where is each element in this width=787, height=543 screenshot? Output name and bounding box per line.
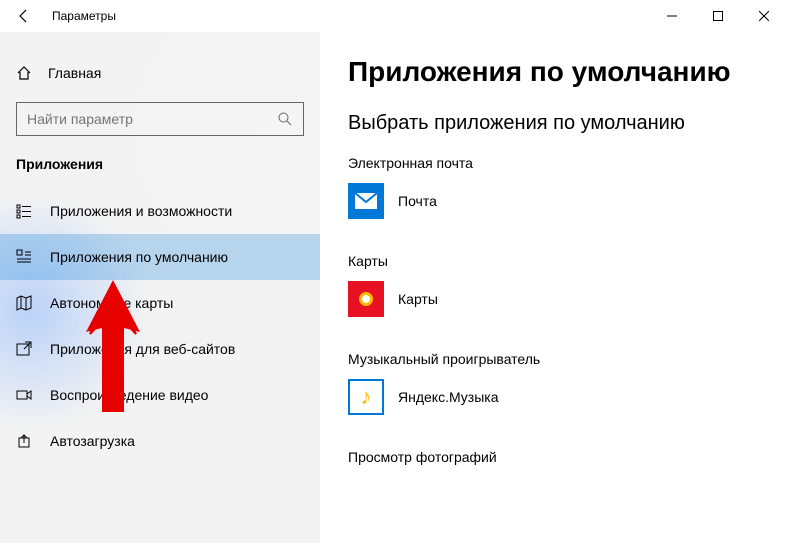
arrow-left-icon bbox=[16, 8, 32, 24]
window-title: Параметры bbox=[48, 9, 116, 23]
close-icon bbox=[759, 11, 769, 21]
content-pane: Приложения по умолчанию Выбрать приложен… bbox=[320, 32, 787, 543]
default-app-music[interactable]: ♪ Яндекс.Музыка bbox=[348, 379, 763, 415]
nav-startup[interactable]: Автозагрузка bbox=[0, 418, 320, 464]
nav-offline-maps[interactable]: Автономные карты bbox=[0, 280, 320, 326]
back-button[interactable] bbox=[0, 0, 48, 32]
nav-label: Приложения и возможности bbox=[50, 203, 232, 219]
map-icon bbox=[16, 295, 32, 311]
nav-default-apps[interactable]: Приложения по умолчанию bbox=[0, 234, 320, 280]
default-app-email[interactable]: Почта bbox=[348, 183, 763, 219]
maximize-button[interactable] bbox=[695, 0, 741, 32]
nav-label: Воспроизведение видео bbox=[50, 387, 208, 403]
video-icon bbox=[16, 387, 32, 403]
search-input[interactable] bbox=[16, 102, 304, 136]
mail-app-icon bbox=[348, 183, 384, 219]
section-header: Приложения bbox=[0, 156, 320, 188]
category-music-label: Музыкальный проигрыватель bbox=[348, 351, 763, 367]
app-name: Яндекс.Музыка bbox=[398, 389, 499, 405]
home-label: Главная bbox=[48, 65, 101, 81]
home-icon bbox=[16, 65, 32, 81]
minimize-button[interactable] bbox=[649, 0, 695, 32]
minimize-icon bbox=[667, 11, 677, 21]
category-maps-label: Карты bbox=[348, 253, 763, 269]
home-link[interactable]: Главная bbox=[0, 56, 320, 90]
category-photos-label: Просмотр фотографий bbox=[348, 449, 763, 465]
app-name: Карты bbox=[398, 291, 438, 307]
startup-icon bbox=[16, 433, 32, 449]
default-app-maps[interactable]: Карты bbox=[348, 281, 763, 317]
titlebar: Параметры bbox=[0, 0, 787, 32]
nav-label: Автономные карты bbox=[50, 295, 173, 311]
nav-label: Автозагрузка bbox=[50, 433, 135, 449]
maps-app-icon bbox=[348, 281, 384, 317]
page-subheading: Выбрать приложения по умолчанию bbox=[348, 112, 763, 135]
music-app-icon: ♪ bbox=[348, 379, 384, 415]
nav-label: Приложения по умолчанию bbox=[50, 249, 228, 265]
nav-apps-websites[interactable]: Приложения для веб-сайтов bbox=[0, 326, 320, 372]
open-icon bbox=[16, 341, 32, 357]
nav-label: Приложения для веб-сайтов bbox=[50, 341, 235, 357]
list-icon bbox=[16, 203, 32, 219]
page-heading: Приложения по умолчанию bbox=[348, 56, 763, 88]
nav-video-playback[interactable]: Воспроизведение видео bbox=[0, 372, 320, 418]
nav-apps-features[interactable]: Приложения и возможности bbox=[0, 188, 320, 234]
search-field[interactable] bbox=[27, 111, 277, 127]
sidebar: Главная Приложения Приложения и возможно… bbox=[0, 32, 320, 543]
app-name: Почта bbox=[398, 193, 437, 209]
maximize-icon bbox=[713, 11, 723, 21]
category-email-label: Электронная почта bbox=[348, 155, 763, 171]
close-button[interactable] bbox=[741, 0, 787, 32]
window-controls bbox=[649, 0, 787, 32]
search-icon bbox=[277, 111, 293, 127]
defaults-icon bbox=[16, 249, 32, 265]
